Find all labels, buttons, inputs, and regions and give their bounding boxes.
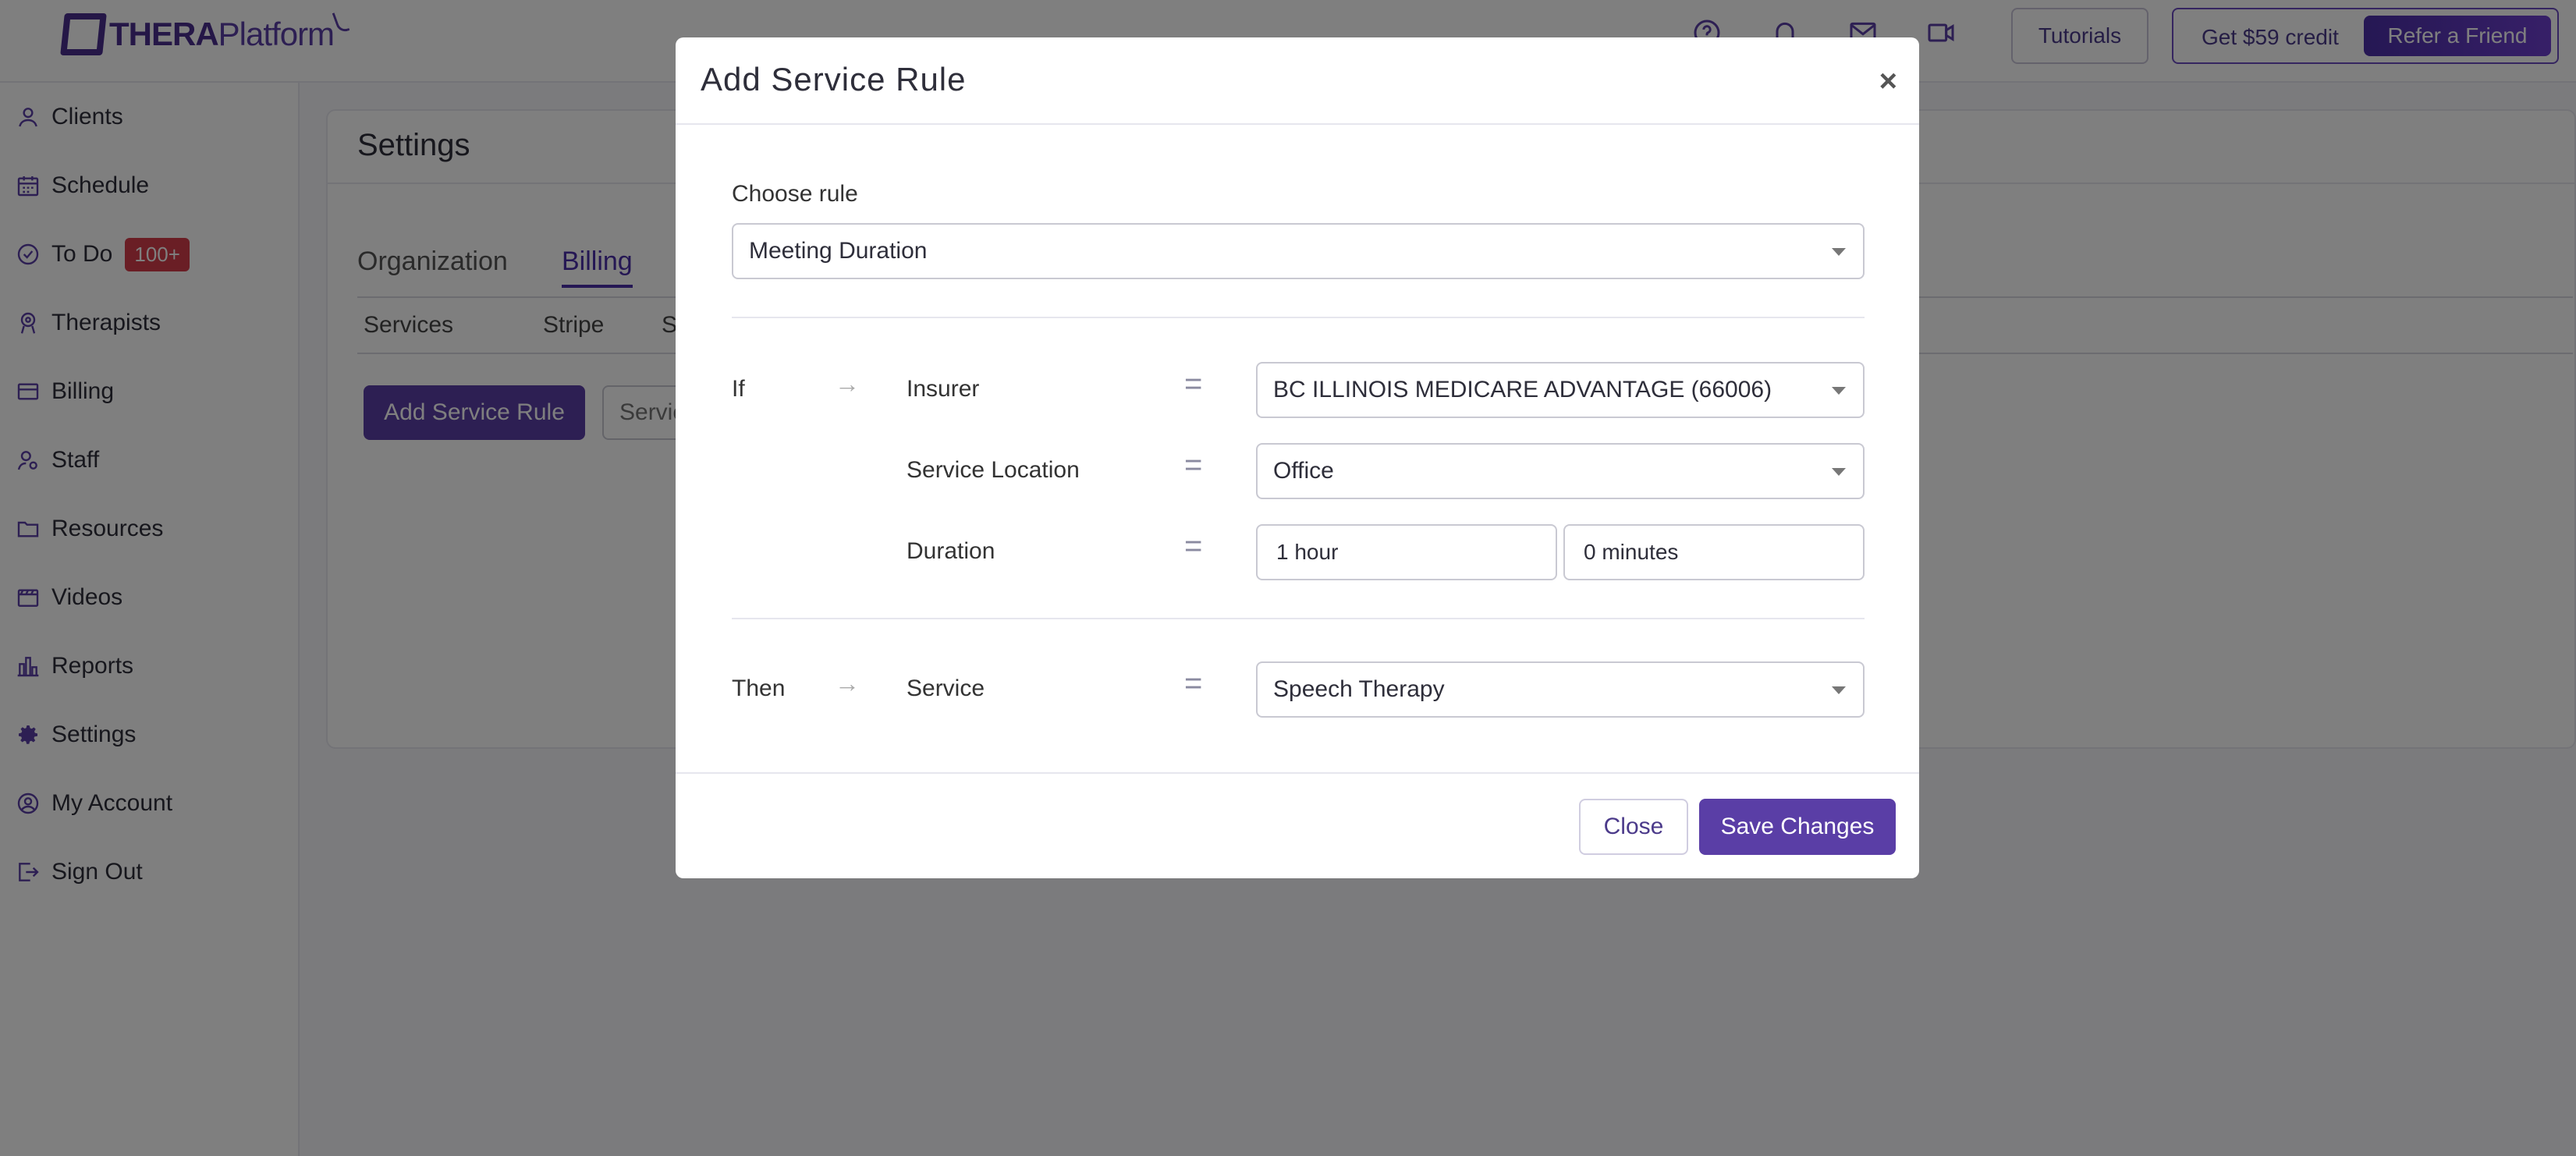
service-location-select-value: Office [1273,458,1334,484]
then-label: Then [732,676,786,701]
chevron-down-icon [1832,387,1846,395]
save-changes-button[interactable]: Save Changes [1699,799,1896,855]
arrow-right-icon: → [835,669,860,697]
arrow-right-icon: → [835,370,860,398]
condition-field-insurer: Insurer [907,376,980,402]
choose-rule-label: Choose rule [732,181,858,207]
service-select[interactable]: Speech Therapy [1256,661,1865,718]
if-label: If [732,376,745,402]
rule-select[interactable]: Meeting Duration [732,223,1865,279]
equals-icon: = [1184,367,1203,401]
insurer-select-value: BC ILLINOIS MEDICARE ADVANTAGE (66006) [1273,377,1772,402]
duration-minutes-value: 0 minutes [1584,540,1679,564]
condition-field-duration: Duration [907,538,995,564]
modal-header-divider [676,123,1919,125]
section-divider [732,618,1865,619]
duration-minutes-field[interactable]: 0 minutes [1563,524,1865,580]
section-divider [732,317,1865,318]
modal-footer-divider [676,772,1919,774]
condition-field-service-location: Service Location [907,457,1080,483]
chevron-down-icon [1832,686,1846,694]
rule-select-value: Meeting Duration [749,238,928,264]
close-icon[interactable]: × [1879,64,1897,99]
insurer-select[interactable]: BC ILLINOIS MEDICARE ADVANTAGE (66006) [1256,362,1865,418]
modal-title: Add Service Rule [701,61,967,98]
chevron-down-icon [1832,248,1846,256]
result-field-service: Service [907,676,985,701]
close-button[interactable]: Close [1579,799,1688,855]
chevron-down-icon [1832,468,1846,476]
duration-hours-value: 1 hour [1276,540,1339,564]
equals-icon: = [1184,666,1203,700]
duration-hours-field[interactable]: 1 hour [1256,524,1557,580]
service-select-value: Speech Therapy [1273,676,1445,702]
equals-icon: = [1184,529,1203,563]
add-service-rule-modal: Add Service Rule × Choose rule Meeting D… [676,37,1919,878]
service-location-select[interactable]: Office [1256,443,1865,499]
equals-icon: = [1184,448,1203,482]
